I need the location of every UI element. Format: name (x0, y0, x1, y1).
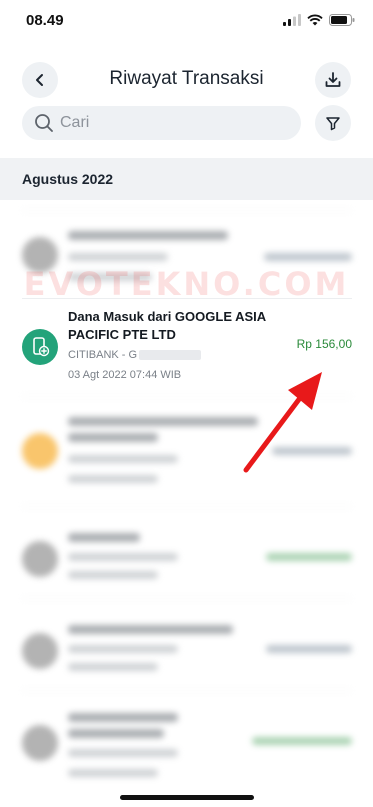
status-bar: 08.49 (0, 0, 373, 44)
incoming-money-icon (22, 329, 58, 365)
placeholder-bar (252, 737, 352, 745)
download-icon (325, 72, 341, 87)
placeholder-bar (68, 231, 228, 240)
avatar (22, 433, 58, 469)
placeholder-bar (68, 455, 178, 463)
placeholder-bar (264, 253, 352, 261)
avatar (22, 541, 58, 577)
transaction-amount: Rp 156,00 (296, 337, 352, 351)
status-time: 08.49 (26, 12, 64, 29)
search-box[interactable] (22, 106, 301, 140)
battery-icon (329, 14, 355, 26)
placeholder-bar (68, 625, 233, 634)
transaction-date: 03 Agt 2022 07:44 WIB (68, 369, 182, 381)
watermark: EVOTEKNO.COM (23, 265, 350, 303)
placeholder-bar (68, 553, 178, 561)
list-item[interactable] (22, 506, 352, 598)
filter-icon (326, 117, 340, 131)
search-row (0, 105, 373, 141)
annotation-arrow-icon (243, 372, 322, 473)
home-indicator (120, 795, 254, 800)
download-button[interactable] (315, 62, 351, 98)
wifi-icon (307, 14, 323, 26)
placeholder-bar (68, 645, 178, 653)
placeholder-bar (68, 663, 158, 671)
filter-button[interactable] (315, 105, 351, 141)
avatar (22, 633, 58, 669)
list-item[interactable] (22, 690, 352, 800)
transaction-bank-label: CITIBANK - G (68, 349, 138, 361)
avatar (22, 725, 58, 761)
search-icon (35, 114, 53, 132)
placeholder-bar (68, 417, 258, 426)
transaction-title: Dana Masuk dari GOOGLE ASIA PACIFIC PTE … (68, 309, 266, 342)
placeholder-bar (68, 713, 178, 722)
status-icons (283, 14, 355, 26)
placeholder-bar (68, 533, 140, 542)
placeholder-bar (68, 475, 158, 483)
placeholder-bar (68, 729, 164, 738)
list-item[interactable] (22, 598, 352, 690)
placeholder-bar (68, 769, 158, 777)
transaction-bank: CITIBANK - G (68, 349, 202, 361)
placeholder-bar (266, 645, 352, 653)
placeholder-bar (68, 571, 158, 579)
cellular-signal-icon (283, 14, 301, 26)
placeholder-bar (68, 749, 178, 757)
masked-account (139, 350, 202, 361)
placeholder-bar (68, 433, 158, 442)
placeholder-bar (68, 253, 168, 261)
search-input[interactable] (60, 114, 280, 132)
month-header: Agustus 2022 (0, 158, 373, 200)
header: Riwayat Transaksi (0, 60, 373, 100)
placeholder-bar (266, 553, 352, 561)
